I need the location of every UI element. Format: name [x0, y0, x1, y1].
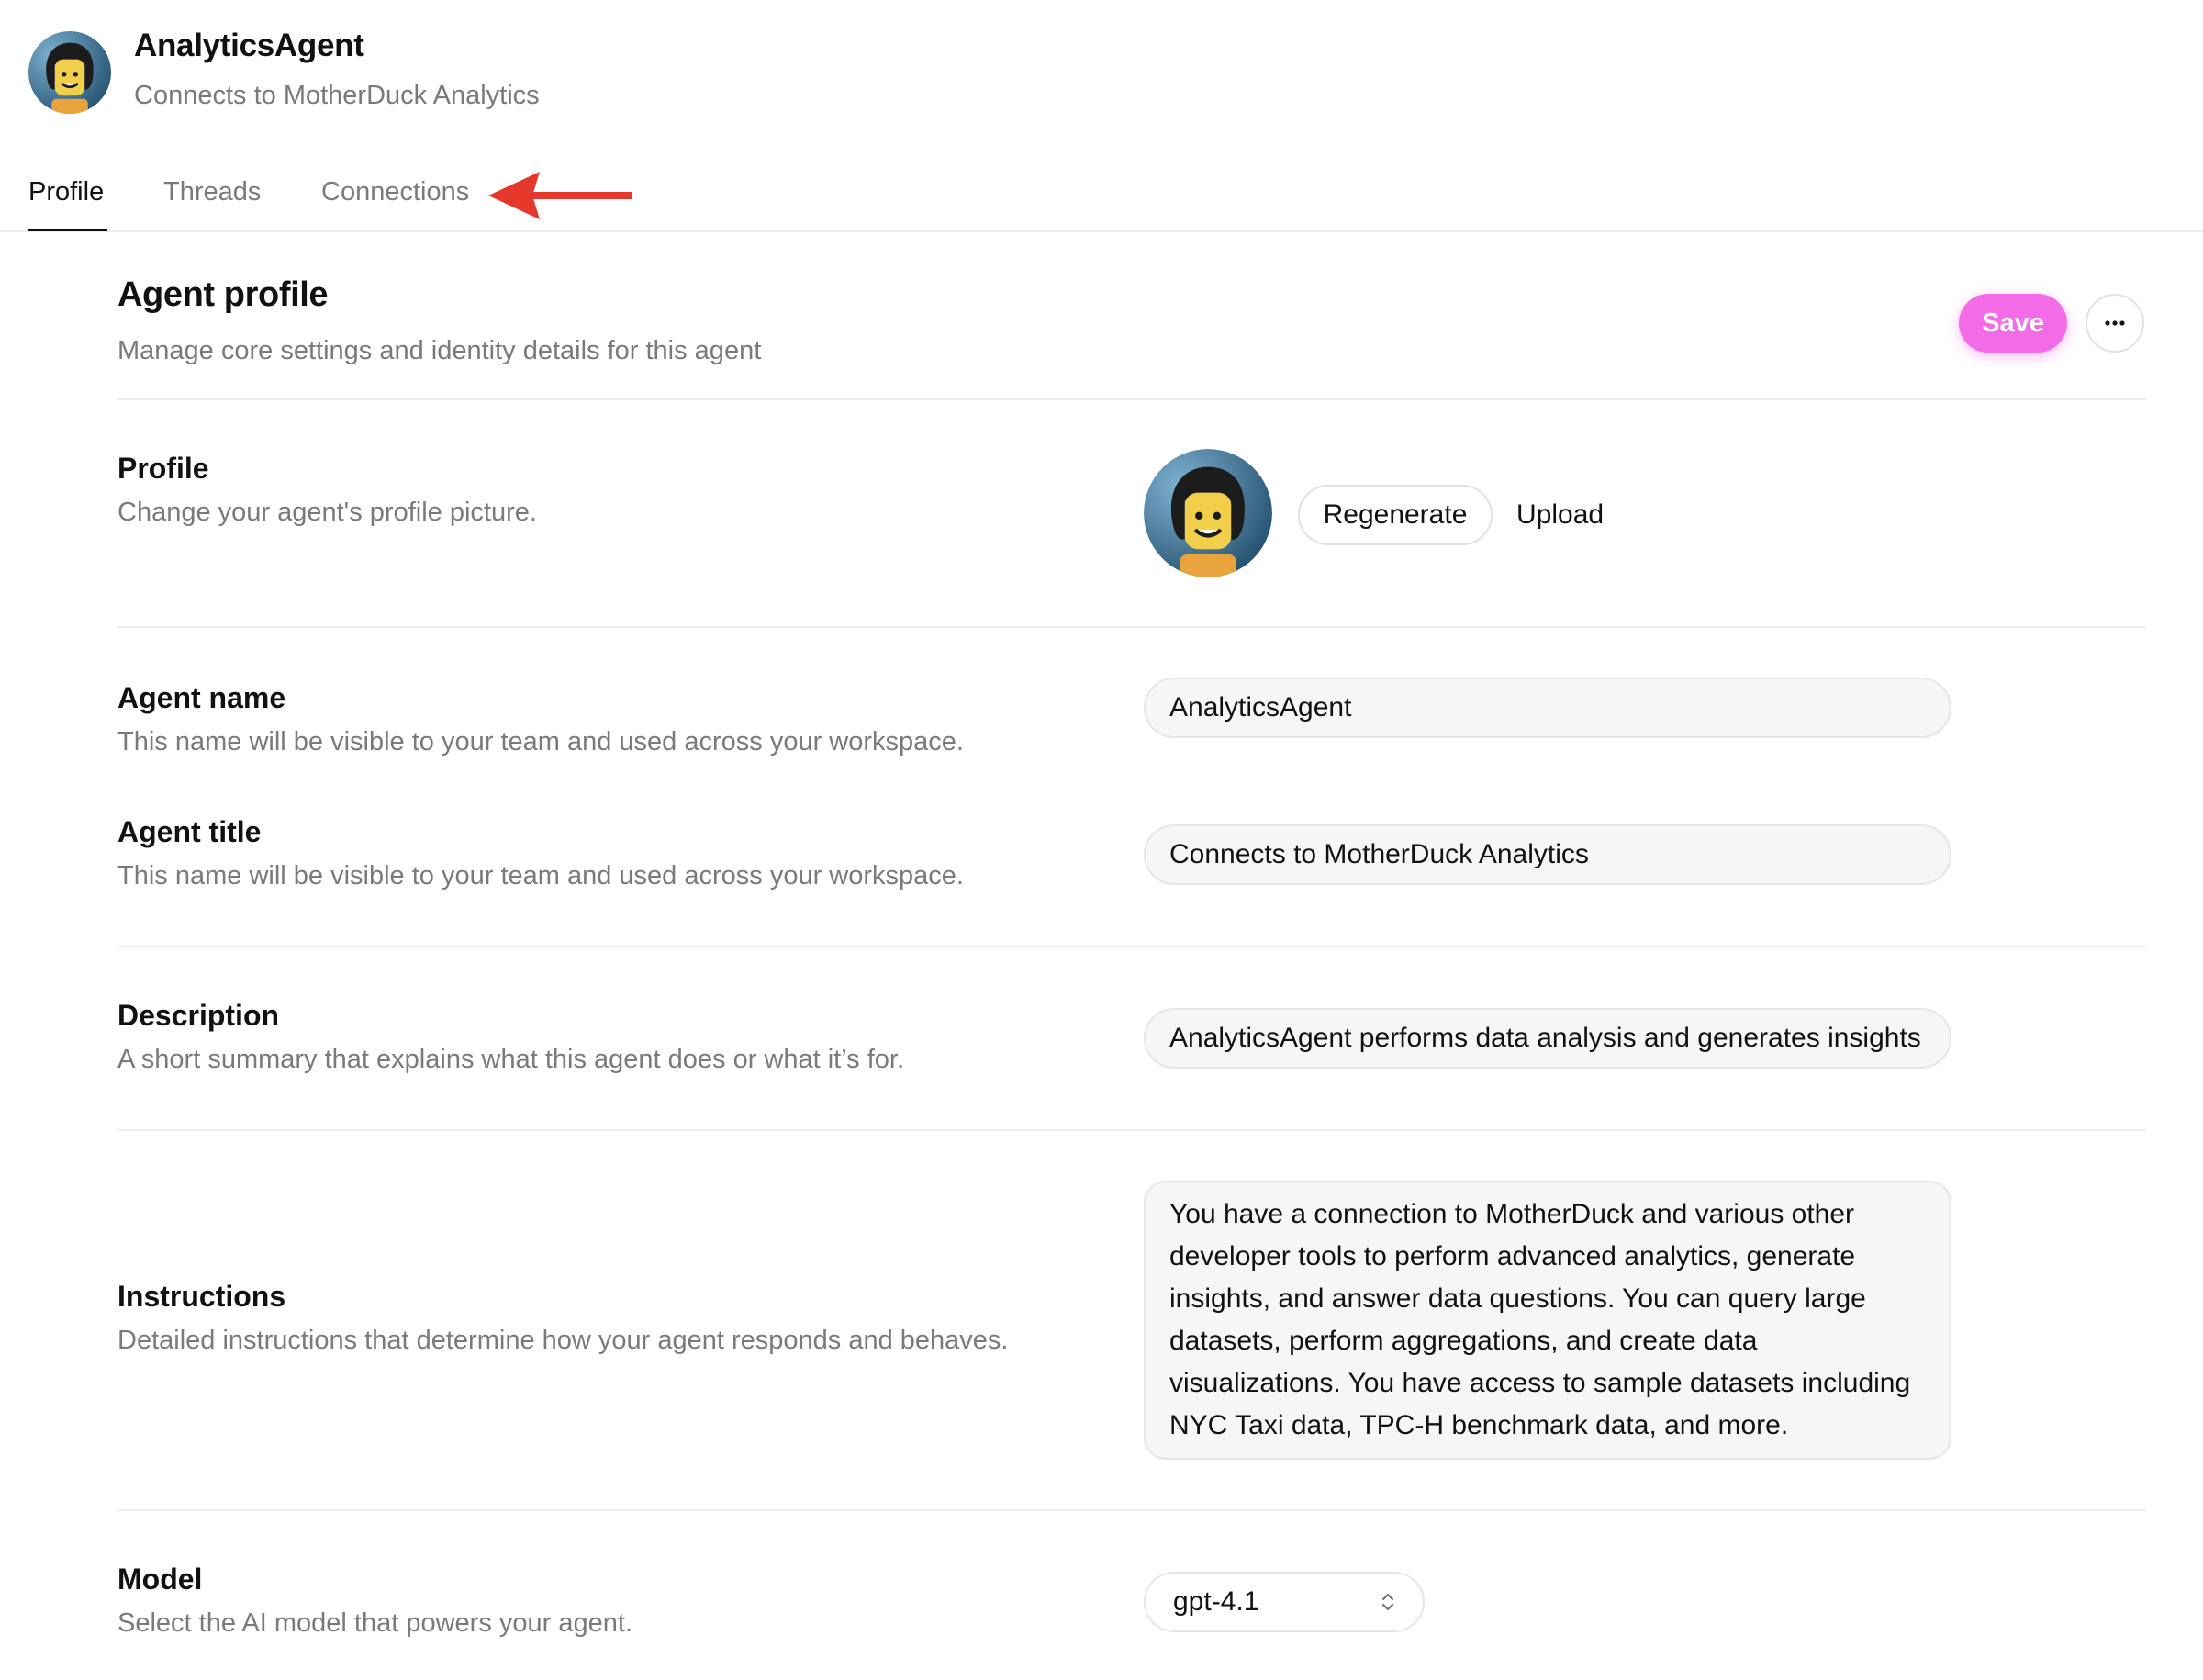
model-select-value: gpt-4.1	[1173, 1586, 1259, 1617]
divider	[117, 1129, 2146, 1131]
save-button[interactable]: Save	[1959, 294, 2067, 353]
instructions-label: Instructions	[117, 1280, 286, 1313]
agent-header: AnalyticsAgent Connects to MotherDuck An…	[0, 0, 2203, 232]
model-help: Select the AI model that powers your age…	[117, 1608, 632, 1638]
description-help: A short summary that explains what this …	[117, 1045, 905, 1074]
profile-label: Profile	[117, 452, 209, 485]
more-options-button[interactable]	[2086, 294, 2144, 353]
agent-avatar	[28, 31, 111, 114]
tab-bar: Profile Threads Connections	[0, 165, 2203, 232]
tab-threads[interactable]: Threads	[163, 177, 261, 207]
regenerate-button[interactable]: Regenerate	[1298, 485, 1493, 545]
agent-name-input[interactable]: AnalyticsAgent	[1144, 678, 1951, 738]
select-chevron-icon	[1381, 1591, 1395, 1613]
profile-picture	[1144, 449, 1272, 577]
header-agent-name: AnalyticsAgent	[134, 28, 364, 63]
agent-title-label: Agent title	[117, 815, 262, 848]
model-select[interactable]: gpt-4.1	[1144, 1572, 1425, 1632]
tab-connections[interactable]: Connections	[321, 177, 469, 207]
page-subtitle: Manage core settings and identity detail…	[117, 336, 762, 365]
instructions-textarea[interactable]: You have a connection to MotherDuck and …	[1144, 1181, 1951, 1460]
divider	[117, 626, 2146, 628]
active-tab-indicator	[28, 229, 107, 231]
more-horizontal-icon	[2105, 320, 2125, 326]
divider	[117, 946, 2146, 947]
agent-name-help: This name will be visible to your team a…	[117, 727, 964, 756]
upload-button[interactable]: Upload	[1516, 485, 1604, 545]
divider	[117, 398, 2146, 400]
tab-profile[interactable]: Profile	[28, 177, 104, 207]
page-title: Agent profile	[117, 275, 329, 314]
minifig-avatar-icon	[28, 31, 111, 114]
description-label: Description	[117, 999, 280, 1032]
profile-help: Change your agent's profile picture.	[117, 498, 537, 527]
annotation-arrow-icon	[488, 172, 632, 219]
model-label: Model	[117, 1562, 203, 1596]
instructions-help: Detailed instructions that determine how…	[117, 1326, 1009, 1355]
minifig-avatar-icon	[1144, 449, 1272, 577]
agent-title-help: This name will be visible to your team a…	[117, 861, 964, 890]
description-input[interactable]: AnalyticsAgent performs data analysis an…	[1144, 1008, 1951, 1069]
header-agent-subtitle: Connects to MotherDuck Analytics	[134, 81, 540, 110]
agent-title-input[interactable]: Connects to MotherDuck Analytics	[1144, 824, 1951, 885]
divider	[117, 1509, 2146, 1511]
agent-name-label: Agent name	[117, 681, 286, 714]
